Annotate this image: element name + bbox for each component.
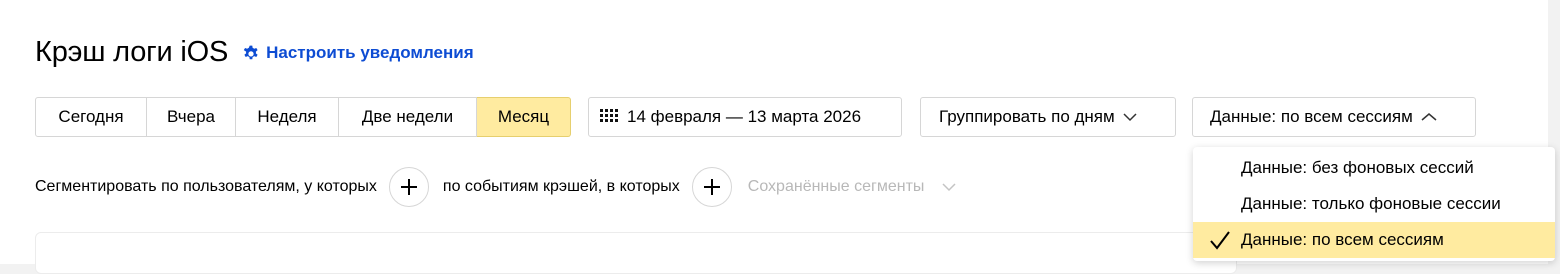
period-today[interactable]: Сегодня — [35, 97, 147, 137]
calendar-icon — [600, 109, 618, 122]
saved-segments-label: Сохранённые сегменты — [747, 178, 925, 195]
option-label: Данные: по всем сессиям — [1241, 230, 1444, 249]
data-option-no-background[interactable]: Данные: без фоновых сессий — [1193, 150, 1555, 186]
chevron-down-icon — [942, 183, 956, 192]
segment-events-label: по событиям крэшей, в которых — [442, 178, 680, 195]
page-title: Крэш логи iOS — [35, 36, 229, 68]
content-panel — [35, 232, 1237, 274]
saved-segments-select[interactable]: Сохранённые сегменты — [748, 178, 957, 196]
gear-icon — [243, 45, 258, 59]
period-week[interactable]: Неделя — [236, 97, 339, 137]
plus-icon — [703, 179, 720, 195]
group-by-select[interactable]: Группировать по дням — [920, 97, 1176, 137]
period-two-weeks[interactable]: Две недели — [339, 97, 477, 137]
notification-settings-label: Настроить уведомления — [266, 42, 474, 62]
chevron-up-icon — [1421, 113, 1437, 121]
period-selector: Сегодня Вчера Неделя Две недели Месяц — [35, 97, 571, 137]
plus-icon — [400, 179, 417, 195]
data-option-all-sessions[interactable]: Данные: по всем сессиям — [1193, 222, 1555, 258]
date-range-picker[interactable]: 14 февраля — 13 марта 2026 — [588, 97, 902, 137]
option-label: Данные: только фоновые сессии — [1241, 194, 1501, 213]
segment-users-label: Сегментировать по пользователям, у котор… — [35, 178, 377, 195]
notification-settings-link[interactable]: Настроить уведомления — [242, 43, 474, 63]
chevron-down-icon — [1123, 113, 1137, 122]
period-month[interactable]: Месяц — [477, 97, 571, 137]
check-icon — [1210, 231, 1230, 250]
add-user-segment-button[interactable] — [388, 167, 429, 207]
option-label: Данные: без фоновых сессий — [1241, 158, 1474, 177]
data-filter-label: Данные: по всем сессиям — [1210, 107, 1413, 126]
period-yesterday[interactable]: Вчера — [147, 97, 236, 137]
data-filter-select[interactable]: Данные: по всем сессиям — [1192, 97, 1476, 137]
segmentation-row: Сегментировать по пользователям, у котор… — [35, 166, 956, 208]
data-option-background-only[interactable]: Данные: только фоновые сессии — [1193, 186, 1555, 222]
header: Крэш логи iOS Настроить уведомления — [35, 36, 474, 69]
data-filter-dropdown: Данные: без фоновых сессий Данные: тольк… — [1193, 147, 1555, 261]
date-range-label: 14 февраля — 13 марта 2026 — [627, 107, 862, 126]
group-by-label: Группировать по дням — [939, 107, 1115, 126]
add-event-segment-button[interactable] — [691, 167, 732, 207]
